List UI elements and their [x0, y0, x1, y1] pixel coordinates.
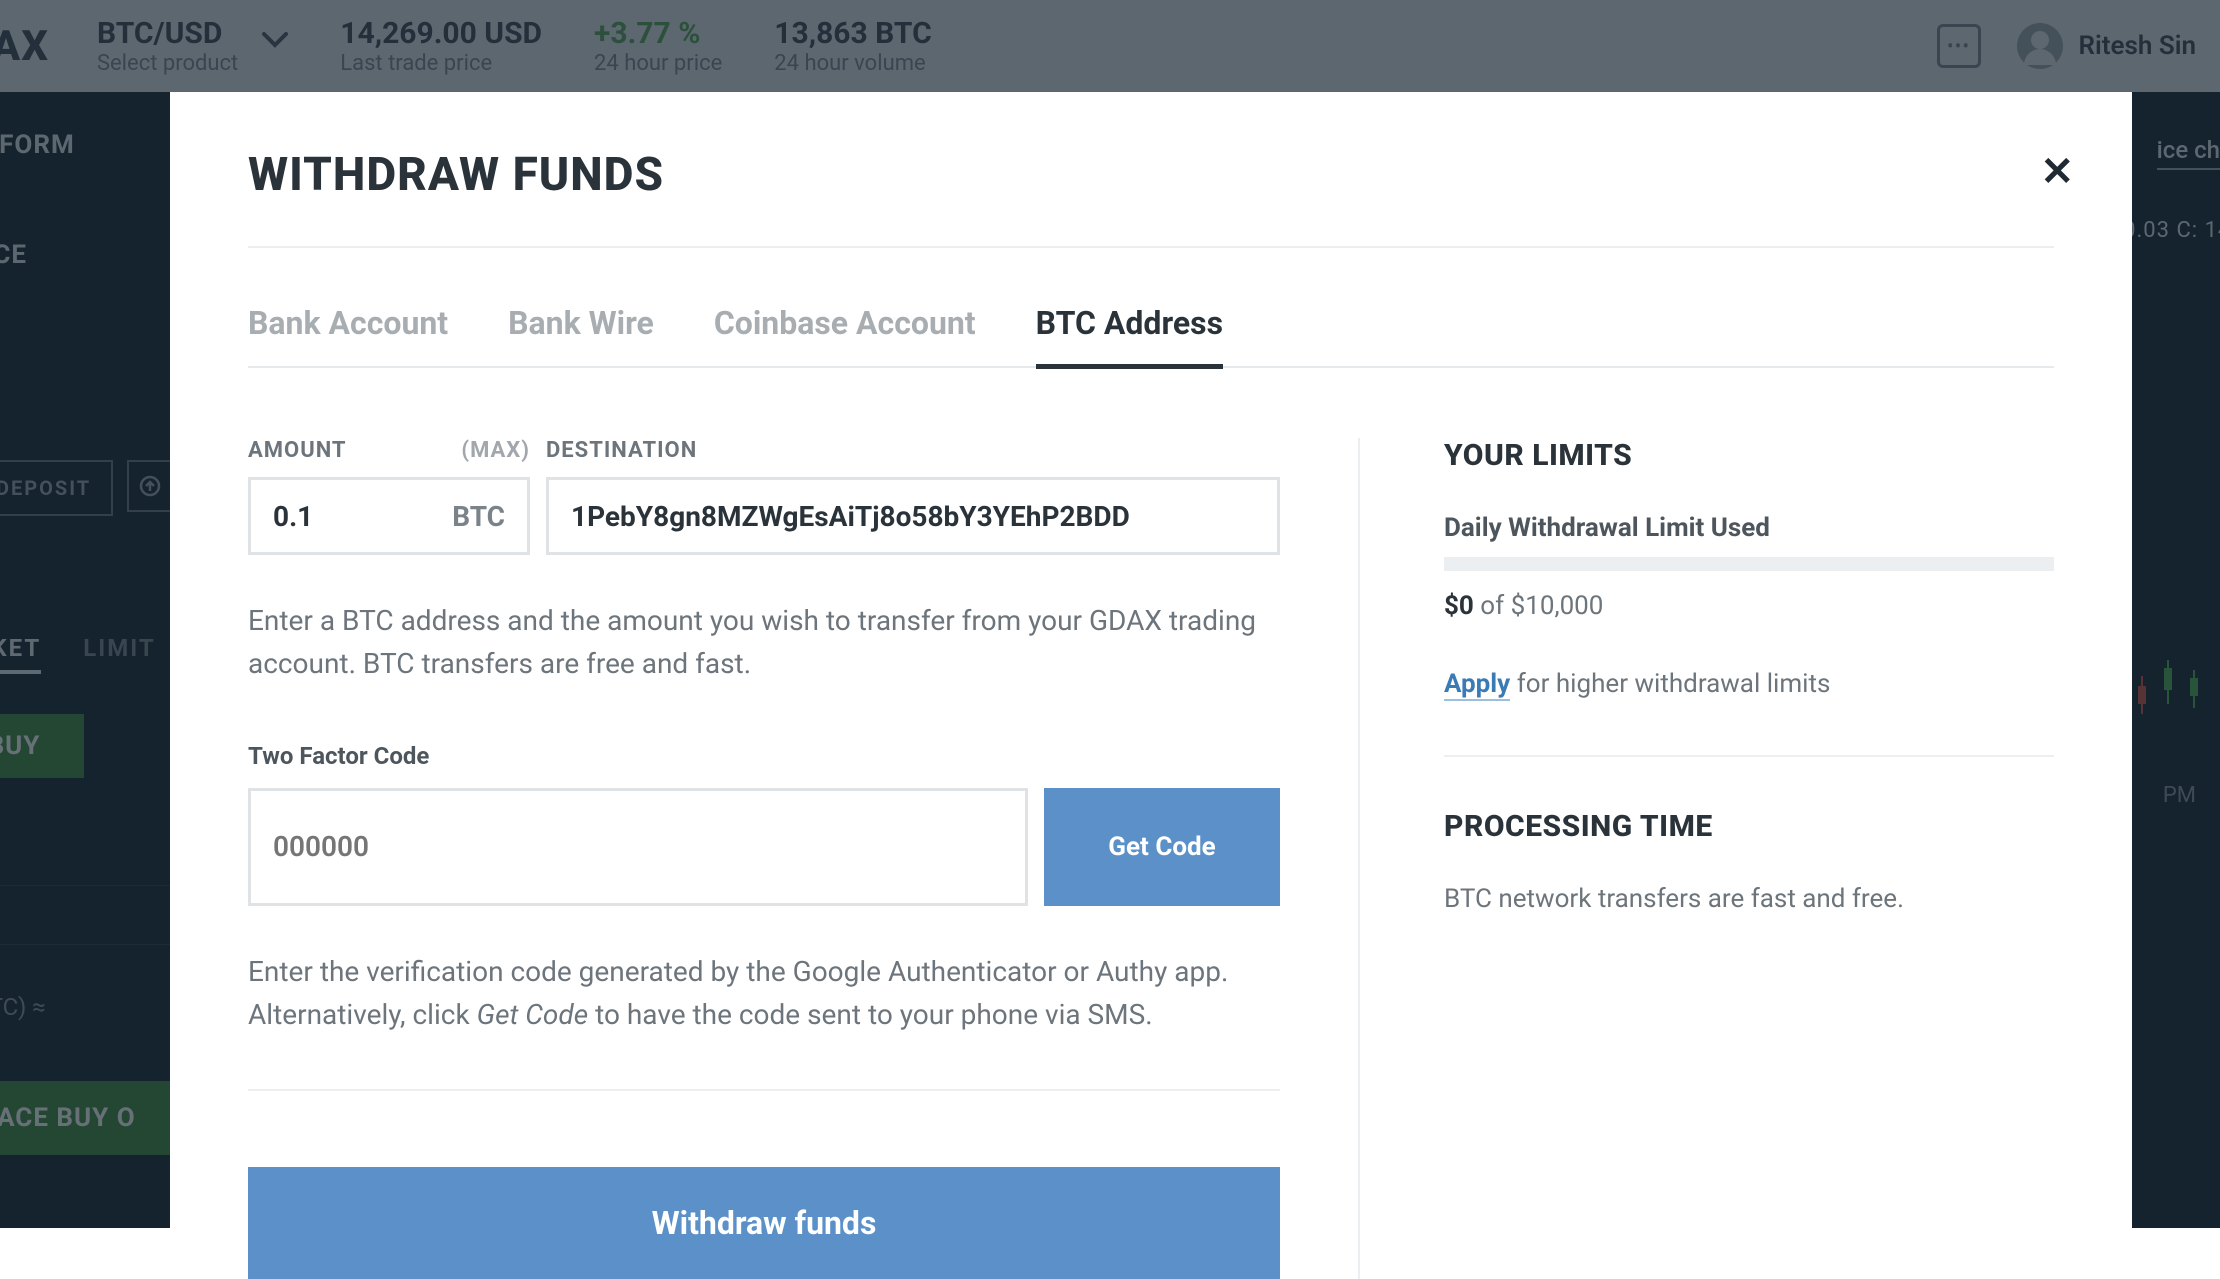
limits-panel: YOUR LIMITS Daily Withdrawal Limit Used …	[1358, 438, 2054, 1279]
help-text: Enter a BTC address and the amount you w…	[248, 599, 1280, 686]
withdraw-modal: WITHDRAW FUNDS ✕ Bank Account Bank Wire …	[170, 92, 2132, 1228]
tab-btc-address[interactable]: BTC Address	[1036, 304, 1223, 369]
apply-link[interactable]: Apply	[1444, 669, 1510, 701]
amount-field-label: AMOUNT	[248, 438, 347, 463]
limit-progress-bar	[1444, 557, 2054, 571]
withdraw-tabs: Bank Account Bank Wire Coinbase Account …	[248, 304, 2054, 368]
limit-used-text: $0 of $10,000	[1444, 591, 2054, 621]
amount-input[interactable]: 0.1 BTC	[248, 477, 530, 555]
close-icon[interactable]: ✕	[2040, 148, 2074, 195]
processing-text: BTC network transfers are fast and free.	[1444, 884, 2054, 914]
destination-field-label: DESTINATION	[546, 438, 697, 463]
withdraw-form: AMOUNT (MAX) DESTINATION 0.1 BTC 1PebY8g…	[248, 438, 1358, 1279]
tfa-label: Two Factor Code	[248, 742, 1280, 770]
tfa-input-native[interactable]	[273, 830, 1003, 863]
get-code-button[interactable]: Get Code	[1044, 788, 1280, 906]
tfa-help-text: Enter the verification code generated by…	[248, 950, 1280, 1037]
divider	[248, 1089, 1280, 1091]
divider	[1444, 755, 2054, 757]
amount-max-link[interactable]: (MAX)	[461, 438, 530, 463]
tab-bank-account[interactable]: Bank Account	[248, 304, 448, 366]
tab-coinbase-account[interactable]: Coinbase Account	[714, 304, 976, 366]
limits-heading: YOUR LIMITS	[1444, 438, 2054, 473]
apply-higher-limits: Apply for higher withdrawal limits	[1444, 669, 2054, 699]
divider	[248, 246, 2054, 248]
tfa-input[interactable]	[248, 788, 1028, 906]
tab-bank-wire[interactable]: Bank Wire	[508, 304, 654, 366]
amount-unit: BTC	[452, 500, 505, 533]
withdraw-funds-button[interactable]: Withdraw funds	[248, 1167, 1280, 1279]
daily-limit-label: Daily Withdrawal Limit Used	[1444, 513, 2054, 543]
destination-input[interactable]: 1PebY8gn8MZWgEsAiTj8o58bY3YEhP2BDD	[546, 477, 1280, 555]
modal-title: WITHDRAW FUNDS	[248, 148, 2054, 202]
processing-heading: PROCESSING TIME	[1444, 809, 2054, 844]
